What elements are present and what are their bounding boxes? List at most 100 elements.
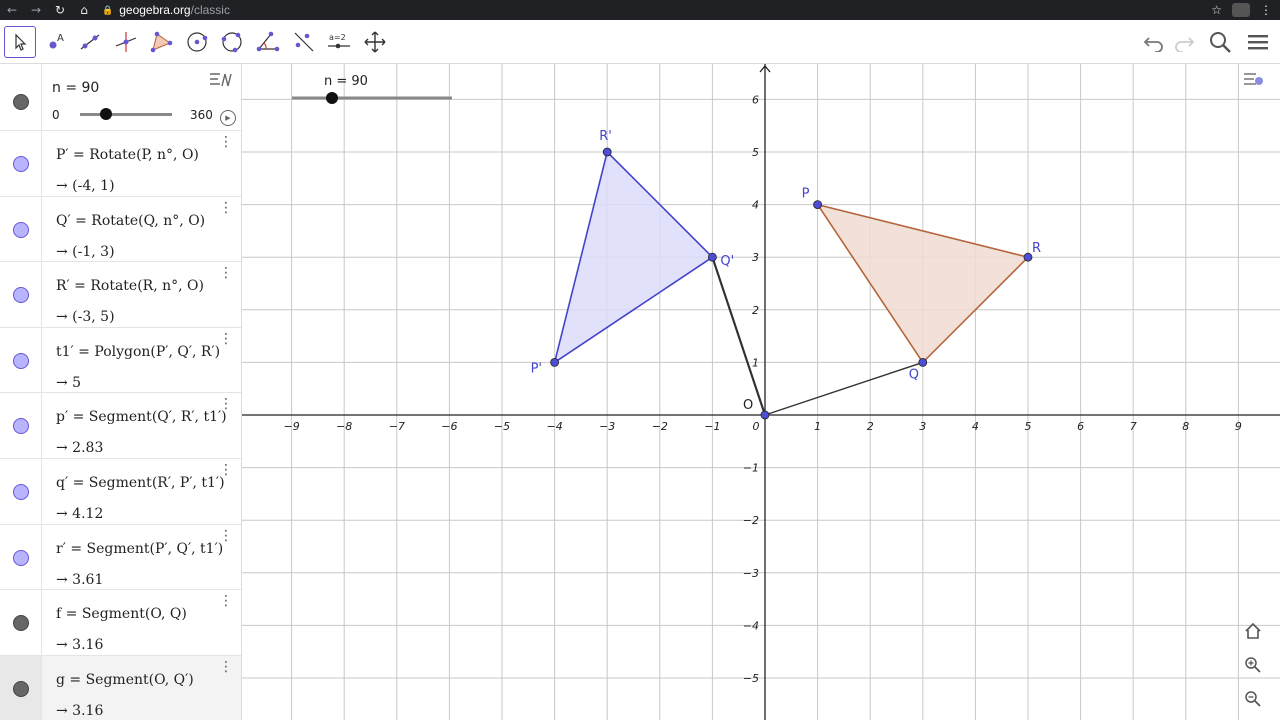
- more-options-icon[interactable]: ⋮: [219, 529, 233, 543]
- algebra-row[interactable]: f = Segment(O, Q) → 3.16 ⋮: [0, 590, 241, 656]
- slider-min: 0: [52, 108, 60, 122]
- algebra-row[interactable]: g = Segment(O, Q′) → 3.16 ⋮: [0, 655, 241, 720]
- perpendicular-line-tool[interactable]: [110, 26, 142, 58]
- home-icon[interactable]: ⌂: [72, 3, 96, 17]
- marble-column: [0, 459, 42, 524]
- svg-text:a=2: a=2: [329, 33, 346, 42]
- x-tick-label: 4: [972, 420, 979, 433]
- algebra-definition[interactable]: f = Segment(O, Q): [56, 606, 187, 622]
- algebra-definition[interactable]: P′ = Rotate(P, n°, O): [56, 147, 199, 163]
- line-tool[interactable]: [74, 26, 106, 58]
- algebra-row[interactable]: t1′ = Polygon(P′, Q′, R′) → 5 ⋮: [0, 327, 241, 394]
- visibility-toggle[interactable]: [13, 287, 29, 304]
- play-icon[interactable]: ▶: [220, 110, 236, 126]
- more-options-icon[interactable]: ⋮: [219, 332, 233, 346]
- point-P-prime: [550, 357, 560, 367]
- polygon-tool[interactable]: [145, 26, 177, 58]
- point-label: P': [531, 361, 542, 376]
- visibility-toggle[interactable]: [13, 156, 29, 172]
- visibility-toggle[interactable]: [13, 615, 29, 632]
- browser-menu-icon[interactable]: ⋮: [1260, 3, 1272, 17]
- slider-row-n[interactable]: n = 90 0 360 ▶: [0, 64, 241, 131]
- bookmark-star-icon[interactable]: ☆: [1211, 3, 1222, 17]
- algebra-value: → 2.83: [56, 440, 104, 457]
- x-tick-label: −6: [441, 420, 457, 433]
- visibility-toggle[interactable]: [13, 418, 29, 435]
- search-icon[interactable]: [1204, 26, 1236, 58]
- visibility-toggle[interactable]: [13, 221, 29, 238]
- slider-track[interactable]: [80, 113, 172, 116]
- x-tick-label: 3: [919, 420, 926, 433]
- marble-column: [0, 524, 42, 590]
- algebra-definition[interactable]: p′ = Segment(Q′, R′, t1′): [56, 409, 227, 425]
- more-options-icon[interactable]: ⋮: [219, 266, 233, 280]
- circle-tool[interactable]: [181, 26, 213, 58]
- algebra-value: → (-4, 1): [56, 178, 115, 194]
- reflect-tool[interactable]: [288, 26, 320, 58]
- algebra-definition[interactable]: g = Segment(O, Q′): [56, 672, 194, 688]
- point-tool[interactable]: A: [40, 26, 72, 58]
- algebra-definition[interactable]: Q′ = Rotate(Q, n°, O): [56, 213, 205, 229]
- point-O: [760, 410, 770, 420]
- algebra-row[interactable]: p′ = Segment(Q′, R′, t1′) → 2.83 ⋮: [0, 393, 241, 459]
- more-options-icon[interactable]: ⋮: [219, 660, 233, 674]
- point-icon: A: [49, 33, 64, 49]
- move-graphics-tool[interactable]: [359, 26, 391, 58]
- visibility-toggle[interactable]: [13, 484, 29, 500]
- more-options-icon[interactable]: ⋮: [219, 201, 233, 215]
- algebra-style-icon[interactable]: [208, 70, 236, 90]
- more-options-icon[interactable]: ⋮: [219, 594, 233, 608]
- slider-tool[interactable]: a=2: [323, 26, 355, 58]
- algebra-row[interactable]: Q′ = Rotate(Q, n°, O) → (-1, 3) ⋮: [0, 196, 241, 263]
- more-options-icon[interactable]: ⋮: [219, 135, 233, 149]
- algebra-definition[interactable]: r′ = Segment(P′, Q′, t1′): [56, 541, 223, 557]
- algebra-value: → 3.61: [56, 571, 104, 588]
- point-label: P: [802, 187, 810, 202]
- visibility-toggle[interactable]: [13, 352, 29, 369]
- x-tick-label: 9: [1235, 420, 1242, 433]
- address-bar[interactable]: 🔒 geogebra.org/classic: [102, 3, 230, 17]
- visibility-toggle[interactable]: [13, 680, 29, 697]
- y-tick-label: −3: [743, 567, 759, 580]
- menu-icon[interactable]: [1242, 26, 1274, 58]
- slider-knob[interactable]: [100, 108, 112, 120]
- x-tick-label: 0: [753, 420, 760, 433]
- algebra-row[interactable]: r′ = Segment(P′, Q′, t1′) → 3.61 ⋮: [0, 524, 241, 591]
- algebra-definition[interactable]: q′ = Segment(R′, P′, t1′): [56, 475, 225, 491]
- point-R: [1023, 252, 1033, 262]
- x-tick-label: −2: [652, 420, 668, 433]
- algebra-definition[interactable]: t1′ = Polygon(P′, Q′, R′): [56, 344, 220, 360]
- visibility-toggle[interactable]: [13, 549, 29, 566]
- algebra-row[interactable]: P′ = Rotate(P, n°, O) → (-4, 1) ⋮: [0, 131, 241, 197]
- conic-tool[interactable]: [216, 26, 248, 58]
- zoom-out-icon[interactable]: [1244, 690, 1268, 714]
- redo-icon[interactable]: [1168, 26, 1200, 58]
- algebra-row[interactable]: R′ = Rotate(R, n°, O) → (-3, 5) ⋮: [0, 262, 241, 328]
- algebra-definition[interactable]: R′ = Rotate(R, n°, O): [56, 278, 204, 294]
- lock-icon: 🔒: [102, 4, 114, 15]
- visibility-toggle[interactable]: [13, 94, 29, 110]
- x-tick-label: −5: [494, 420, 510, 433]
- move-tool[interactable]: [4, 26, 36, 58]
- undo-icon[interactable]: [1138, 26, 1170, 58]
- graphics-view[interactable]: −9 −8 −7 −6 −5 −4 −3 −2 −1 0 1 2 3 4 5 6 7 8 9 6 5 4 3 2 1 −1 −2 −3…: [242, 64, 1280, 720]
- x-tick-label: 8: [1182, 420, 1189, 433]
- point-label: R: [1032, 241, 1041, 256]
- angle-tool[interactable]: [252, 26, 284, 58]
- home-view-icon[interactable]: [1244, 622, 1268, 646]
- x-tick-label: 2: [867, 420, 874, 433]
- cursor-arrow-icon: [15, 33, 27, 51]
- algebra-value: → (-3, 5): [56, 309, 115, 326]
- x-tick-label: −4: [546, 420, 562, 433]
- back-icon[interactable]: ←: [0, 3, 24, 17]
- zoom-in-icon[interactable]: [1244, 656, 1268, 680]
- forward-icon[interactable]: →: [24, 3, 48, 17]
- profile-avatar[interactable]: [1232, 3, 1250, 17]
- graphics-style-icon[interactable]: [1242, 70, 1266, 94]
- algebra-row[interactable]: q′ = Segment(R′, P′, t1′) → 4.12 ⋮: [0, 459, 241, 525]
- coordinate-plane[interactable]: −9 −8 −7 −6 −5 −4 −3 −2 −1 0 1 2 3 4 5 6 7 8 9 6 5 4 3 2 1 −1 −2 −3…: [242, 64, 1280, 720]
- reload-icon[interactable]: ↻: [48, 3, 72, 17]
- more-options-icon[interactable]: ⋮: [219, 397, 233, 411]
- y-tick-label: −5: [743, 672, 759, 685]
- more-options-icon[interactable]: ⋮: [219, 463, 233, 477]
